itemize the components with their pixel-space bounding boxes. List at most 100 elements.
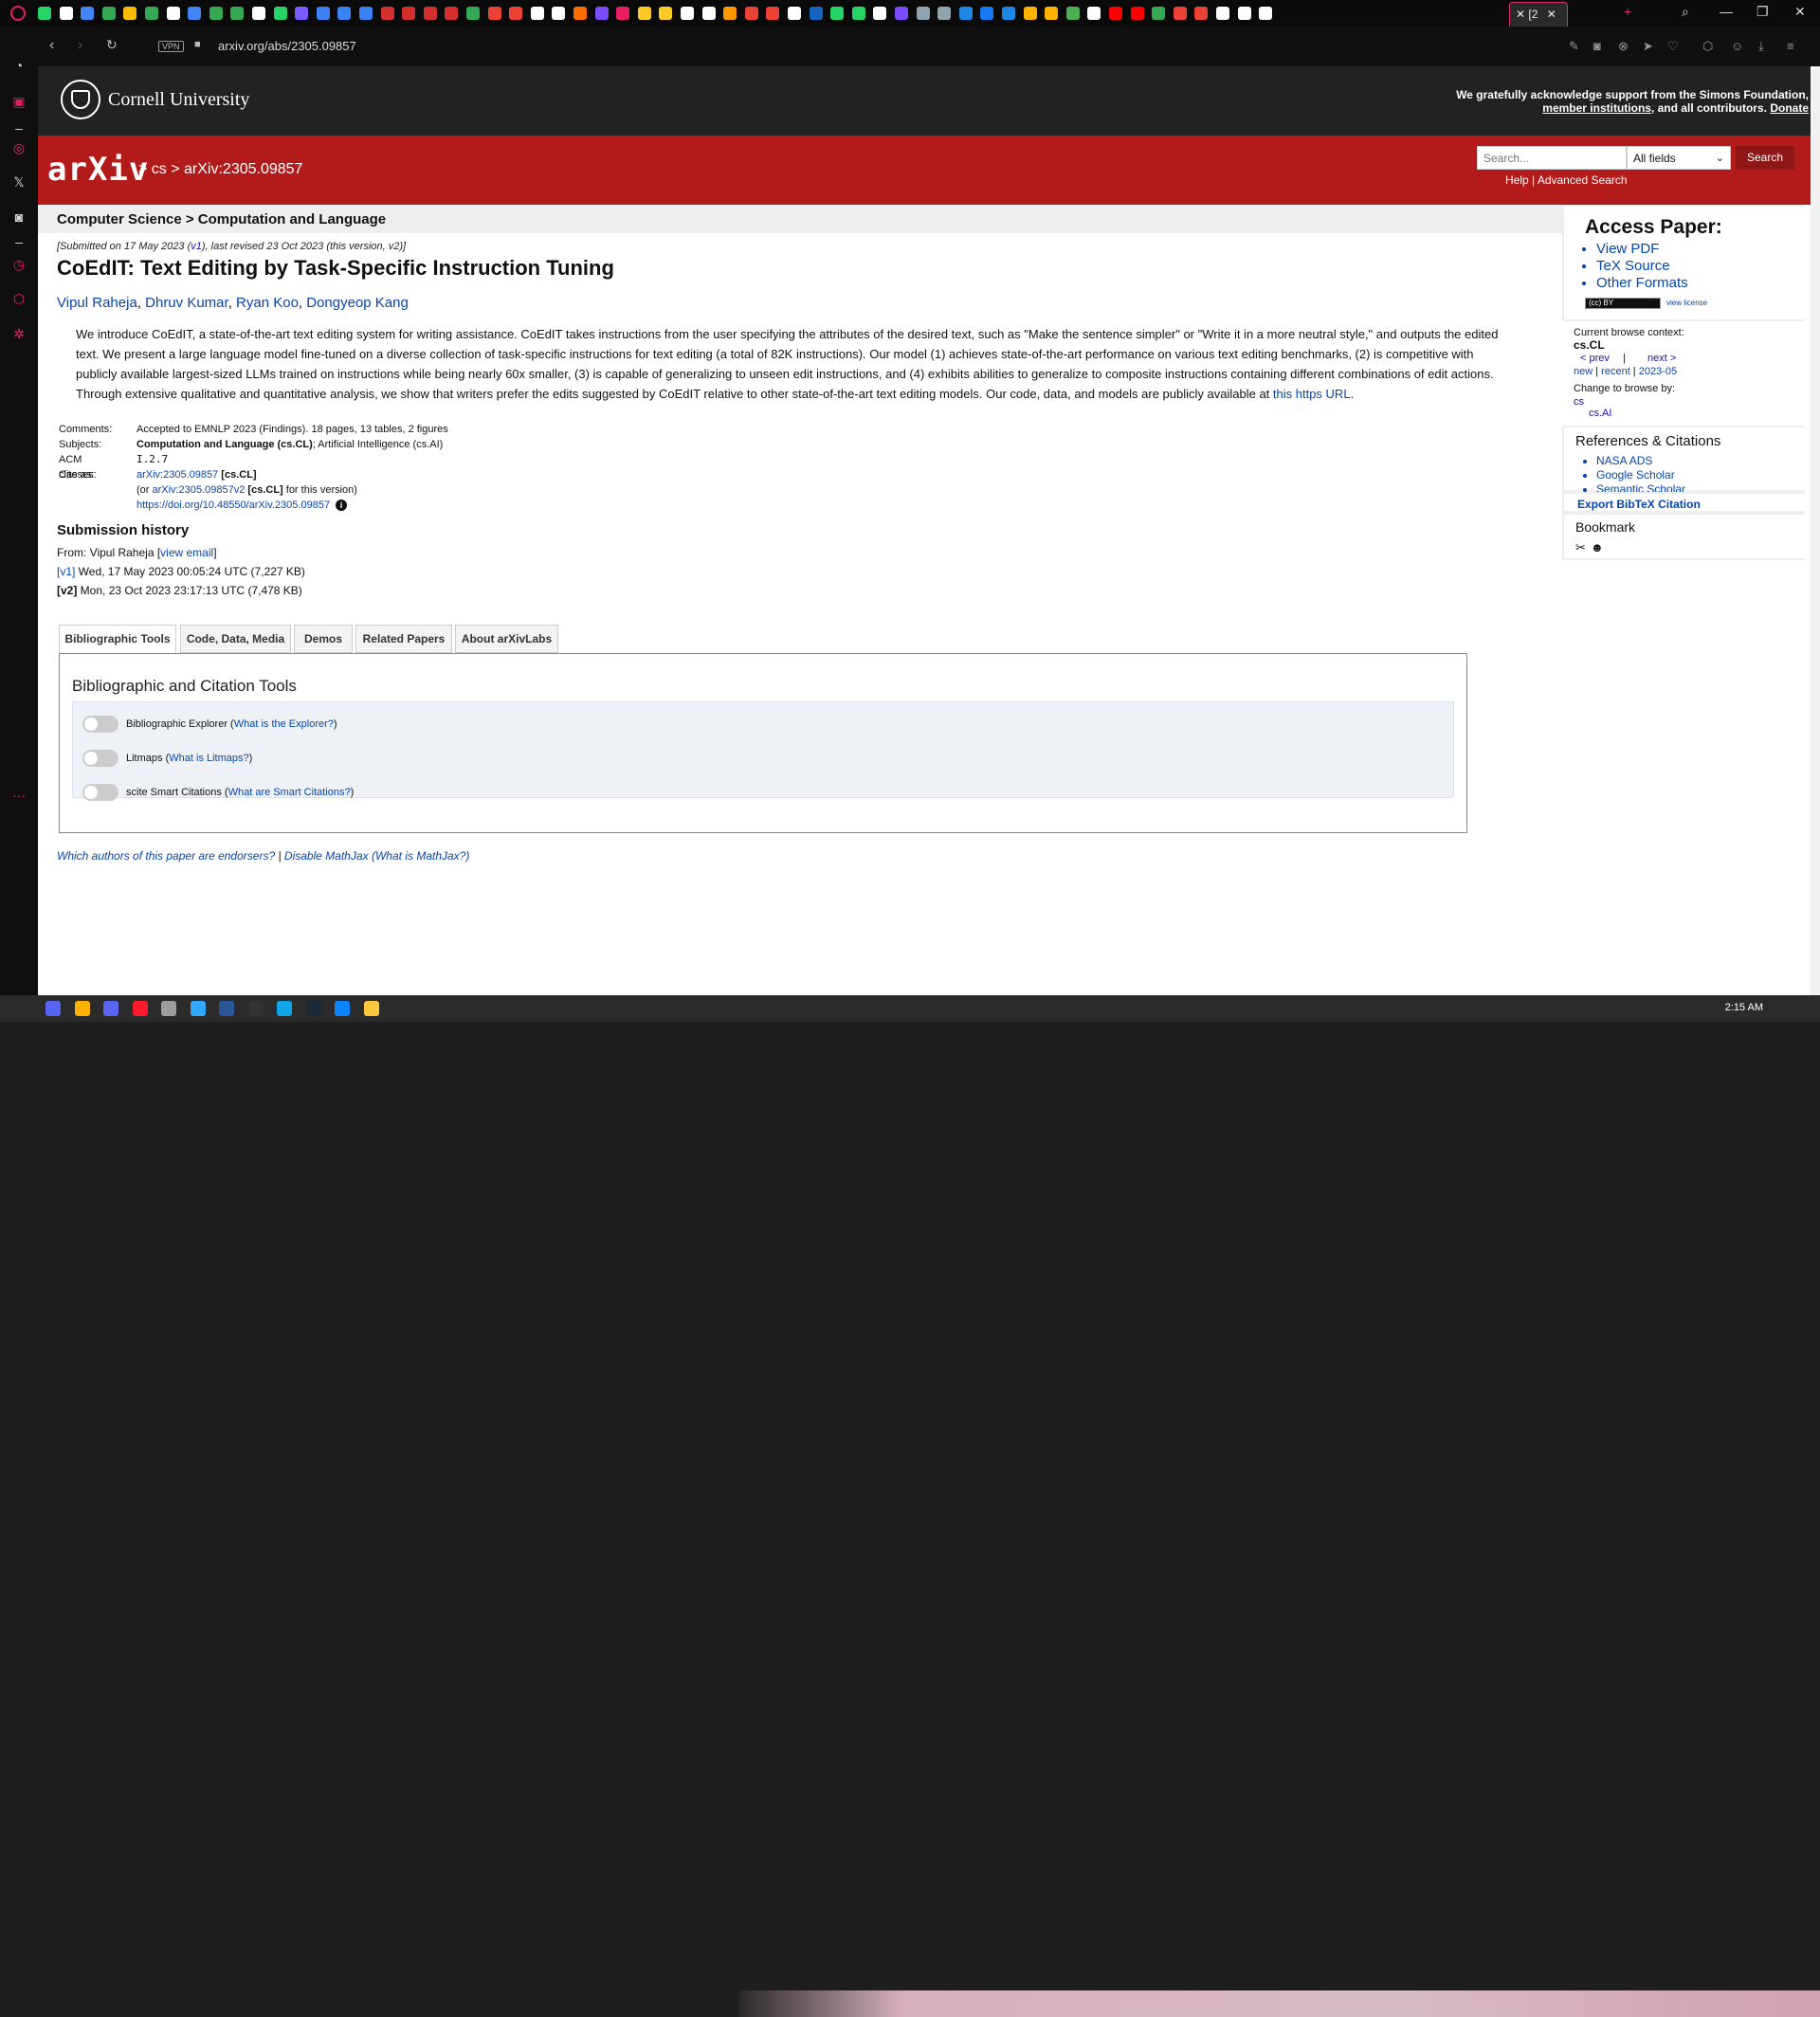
tab-favicon-icon[interactable] <box>337 7 352 20</box>
active-tab[interactable]: ✕ [2 ✕ <box>1509 2 1568 27</box>
tab-favicon-icon[interactable] <box>873 7 887 20</box>
tab-favicon-icon[interactable] <box>59 7 73 20</box>
view-email-link[interactable]: view email <box>160 546 213 559</box>
what-are-smart-citations-link[interactable]: What are Smart Citations? <box>228 787 351 798</box>
bibsonomy-icon[interactable]: ✂ <box>1575 540 1586 555</box>
search-tabs-icon[interactable]: ⌕ <box>1682 4 1689 20</box>
download-icon[interactable]: ⤓ <box>1758 39 1764 54</box>
block-icon[interactable]: ⊗ <box>1618 39 1629 54</box>
tab-favicon-icon[interactable] <box>637 7 651 20</box>
tab-favicon-icon[interactable] <box>273 7 287 20</box>
author-link[interactable]: Dongyeop Kang <box>306 295 409 311</box>
tab-favicon-icon[interactable] <box>1002 7 1015 20</box>
cite-v2-link[interactable]: arXiv:2305.09857v2 <box>153 484 246 496</box>
browse-cs-ai-link[interactable]: cs.AI <box>1589 408 1611 419</box>
tab-favicon-icon[interactable] <box>958 7 973 20</box>
cc-license-badge[interactable]: (cc) BY <box>1585 298 1661 309</box>
taskbar-app-icon[interactable] <box>190 1001 206 1016</box>
search-field-select[interactable]: All fields ⌄ <box>1627 146 1731 170</box>
tab-favicon-icon[interactable] <box>423 7 437 20</box>
tab-demos[interactable]: Demos <box>294 625 353 653</box>
tex-source-link[interactable]: TeX Source <box>1596 258 1688 275</box>
cornell-seal-icon[interactable] <box>61 80 100 119</box>
tab-favicon-icon[interactable] <box>895 7 908 20</box>
tab-about-arxivlabs[interactable]: About arXivLabs <box>455 625 558 653</box>
url-field[interactable]: arxiv.org/abs/2305.09857 <box>218 39 356 53</box>
what-is-explorer-link[interactable]: What is the Explorer? <box>234 718 334 730</box>
tab-favicon-icon[interactable] <box>1194 7 1209 20</box>
tab-favicon-icon[interactable] <box>466 7 480 20</box>
view-license-link[interactable]: view license <box>1666 299 1707 307</box>
tab-favicon-icon[interactable] <box>295 7 309 20</box>
aria-icon[interactable]: ▣ <box>10 93 27 110</box>
tab-favicon-icon[interactable] <box>38 7 51 20</box>
author-link[interactable]: Vipul Raheja <box>57 295 137 311</box>
author-link[interactable]: Ryan Koo <box>236 295 299 311</box>
tab-favicon-icon[interactable] <box>81 7 95 20</box>
close-tab-icon[interactable]: ✕ <box>1547 8 1556 21</box>
tab-favicon-icon[interactable] <box>766 7 780 20</box>
browse-cs-link[interactable]: cs <box>1574 396 1584 408</box>
tab-favicon-icon[interactable] <box>788 7 801 20</box>
view-pdf-link[interactable]: View PDF <box>1596 241 1688 258</box>
taskbar-app-icon[interactable] <box>277 1001 292 1016</box>
tab-favicon-icon[interactable] <box>445 7 459 20</box>
author-link[interactable]: Dhruv Kumar <box>145 295 228 311</box>
taskbar-app-icon[interactable] <box>74 1001 90 1016</box>
tab-favicon-icon[interactable] <box>1109 7 1122 20</box>
tab-favicon-icon[interactable] <box>723 7 737 20</box>
tab-favicon-icon[interactable] <box>916 7 930 20</box>
tab-favicon-icon[interactable] <box>402 7 416 20</box>
v1-link[interactable]: [v1] <box>57 565 75 578</box>
recent-link[interactable]: recent <box>1601 366 1630 377</box>
tab-favicon-icon[interactable] <box>937 7 952 20</box>
taskbar-app-icon[interactable] <box>219 1001 234 1016</box>
tab-favicon-icon[interactable] <box>188 7 202 20</box>
tab-favicon-icon[interactable] <box>530 7 544 20</box>
tab-favicon-icon[interactable] <box>316 7 330 20</box>
tab-favicon-icon[interactable] <box>701 7 716 20</box>
extensions-icon[interactable]: ⬡ <box>10 290 27 307</box>
profile-icon[interactable]: ☺ <box>1731 39 1743 53</box>
tab-favicon-icon[interactable] <box>830 7 845 20</box>
tab-favicon-icon[interactable] <box>123 7 137 20</box>
help-link[interactable]: Help <box>1505 173 1529 187</box>
tab-favicon-icon[interactable] <box>1152 7 1166 20</box>
forward-icon[interactable]: › <box>78 37 82 54</box>
scite-toggle[interactable] <box>82 784 118 801</box>
taskbar-app-icon[interactable] <box>247 1001 264 1016</box>
other-formats-link[interactable]: Other Formats <box>1596 275 1688 292</box>
explorer-toggle[interactable] <box>82 716 118 733</box>
tab-favicon-icon[interactable] <box>681 7 694 20</box>
settings-icon[interactable]: ✲ <box>10 325 27 342</box>
taskbar-app-icon[interactable] <box>305 1001 321 1016</box>
search-input[interactable] <box>1477 146 1627 170</box>
month-link[interactable]: 2023-05 <box>1639 366 1677 377</box>
tab-favicon-icon[interactable] <box>145 7 158 20</box>
export-bibtex-link[interactable]: Export BibTeX Citation <box>1577 498 1701 511</box>
tab-favicon-icon[interactable] <box>573 7 587 20</box>
tab-favicon-icon[interactable] <box>659 7 673 20</box>
tab-favicon-icon[interactable] <box>487 7 501 20</box>
speed-dial-icon[interactable]: ◔ <box>10 57 27 74</box>
new-tab-icon[interactable]: + <box>1624 4 1631 19</box>
donate-link[interactable]: Donate <box>1770 101 1809 115</box>
code-url-link[interactable]: this https URL <box>1273 387 1351 401</box>
history-icon[interactable]: ◷ <box>10 256 27 273</box>
close-window-icon[interactable]: ✕ <box>1794 4 1806 20</box>
tab-favicon-icon[interactable] <box>809 7 823 20</box>
taskbar-app-icon[interactable] <box>161 1001 176 1016</box>
breadcrumb[interactable]: > cs > arXiv:2305.09857 <box>138 161 302 178</box>
taskbar-app-icon[interactable] <box>335 1001 350 1016</box>
nasa-ads-link[interactable]: NASA ADS <box>1596 454 1685 468</box>
tab-favicon-icon[interactable] <box>1130 7 1144 20</box>
clock[interactable]: 2:15 AM <box>1725 1002 1763 1013</box>
camera-icon[interactable]: ◙ <box>1593 39 1601 53</box>
tab-favicon-icon[interactable] <box>359 7 373 20</box>
doi-link[interactable]: https://doi.org/10.48550/arXiv.2305.0985… <box>136 500 330 511</box>
cube-icon[interactable]: ⬡ <box>1702 39 1713 54</box>
tab-favicon-icon[interactable] <box>166 7 180 20</box>
tab-favicon-icon[interactable] <box>980 7 994 20</box>
tab-favicon-icon[interactable] <box>509 7 523 20</box>
cornell-name[interactable]: Cornell University <box>108 89 249 111</box>
